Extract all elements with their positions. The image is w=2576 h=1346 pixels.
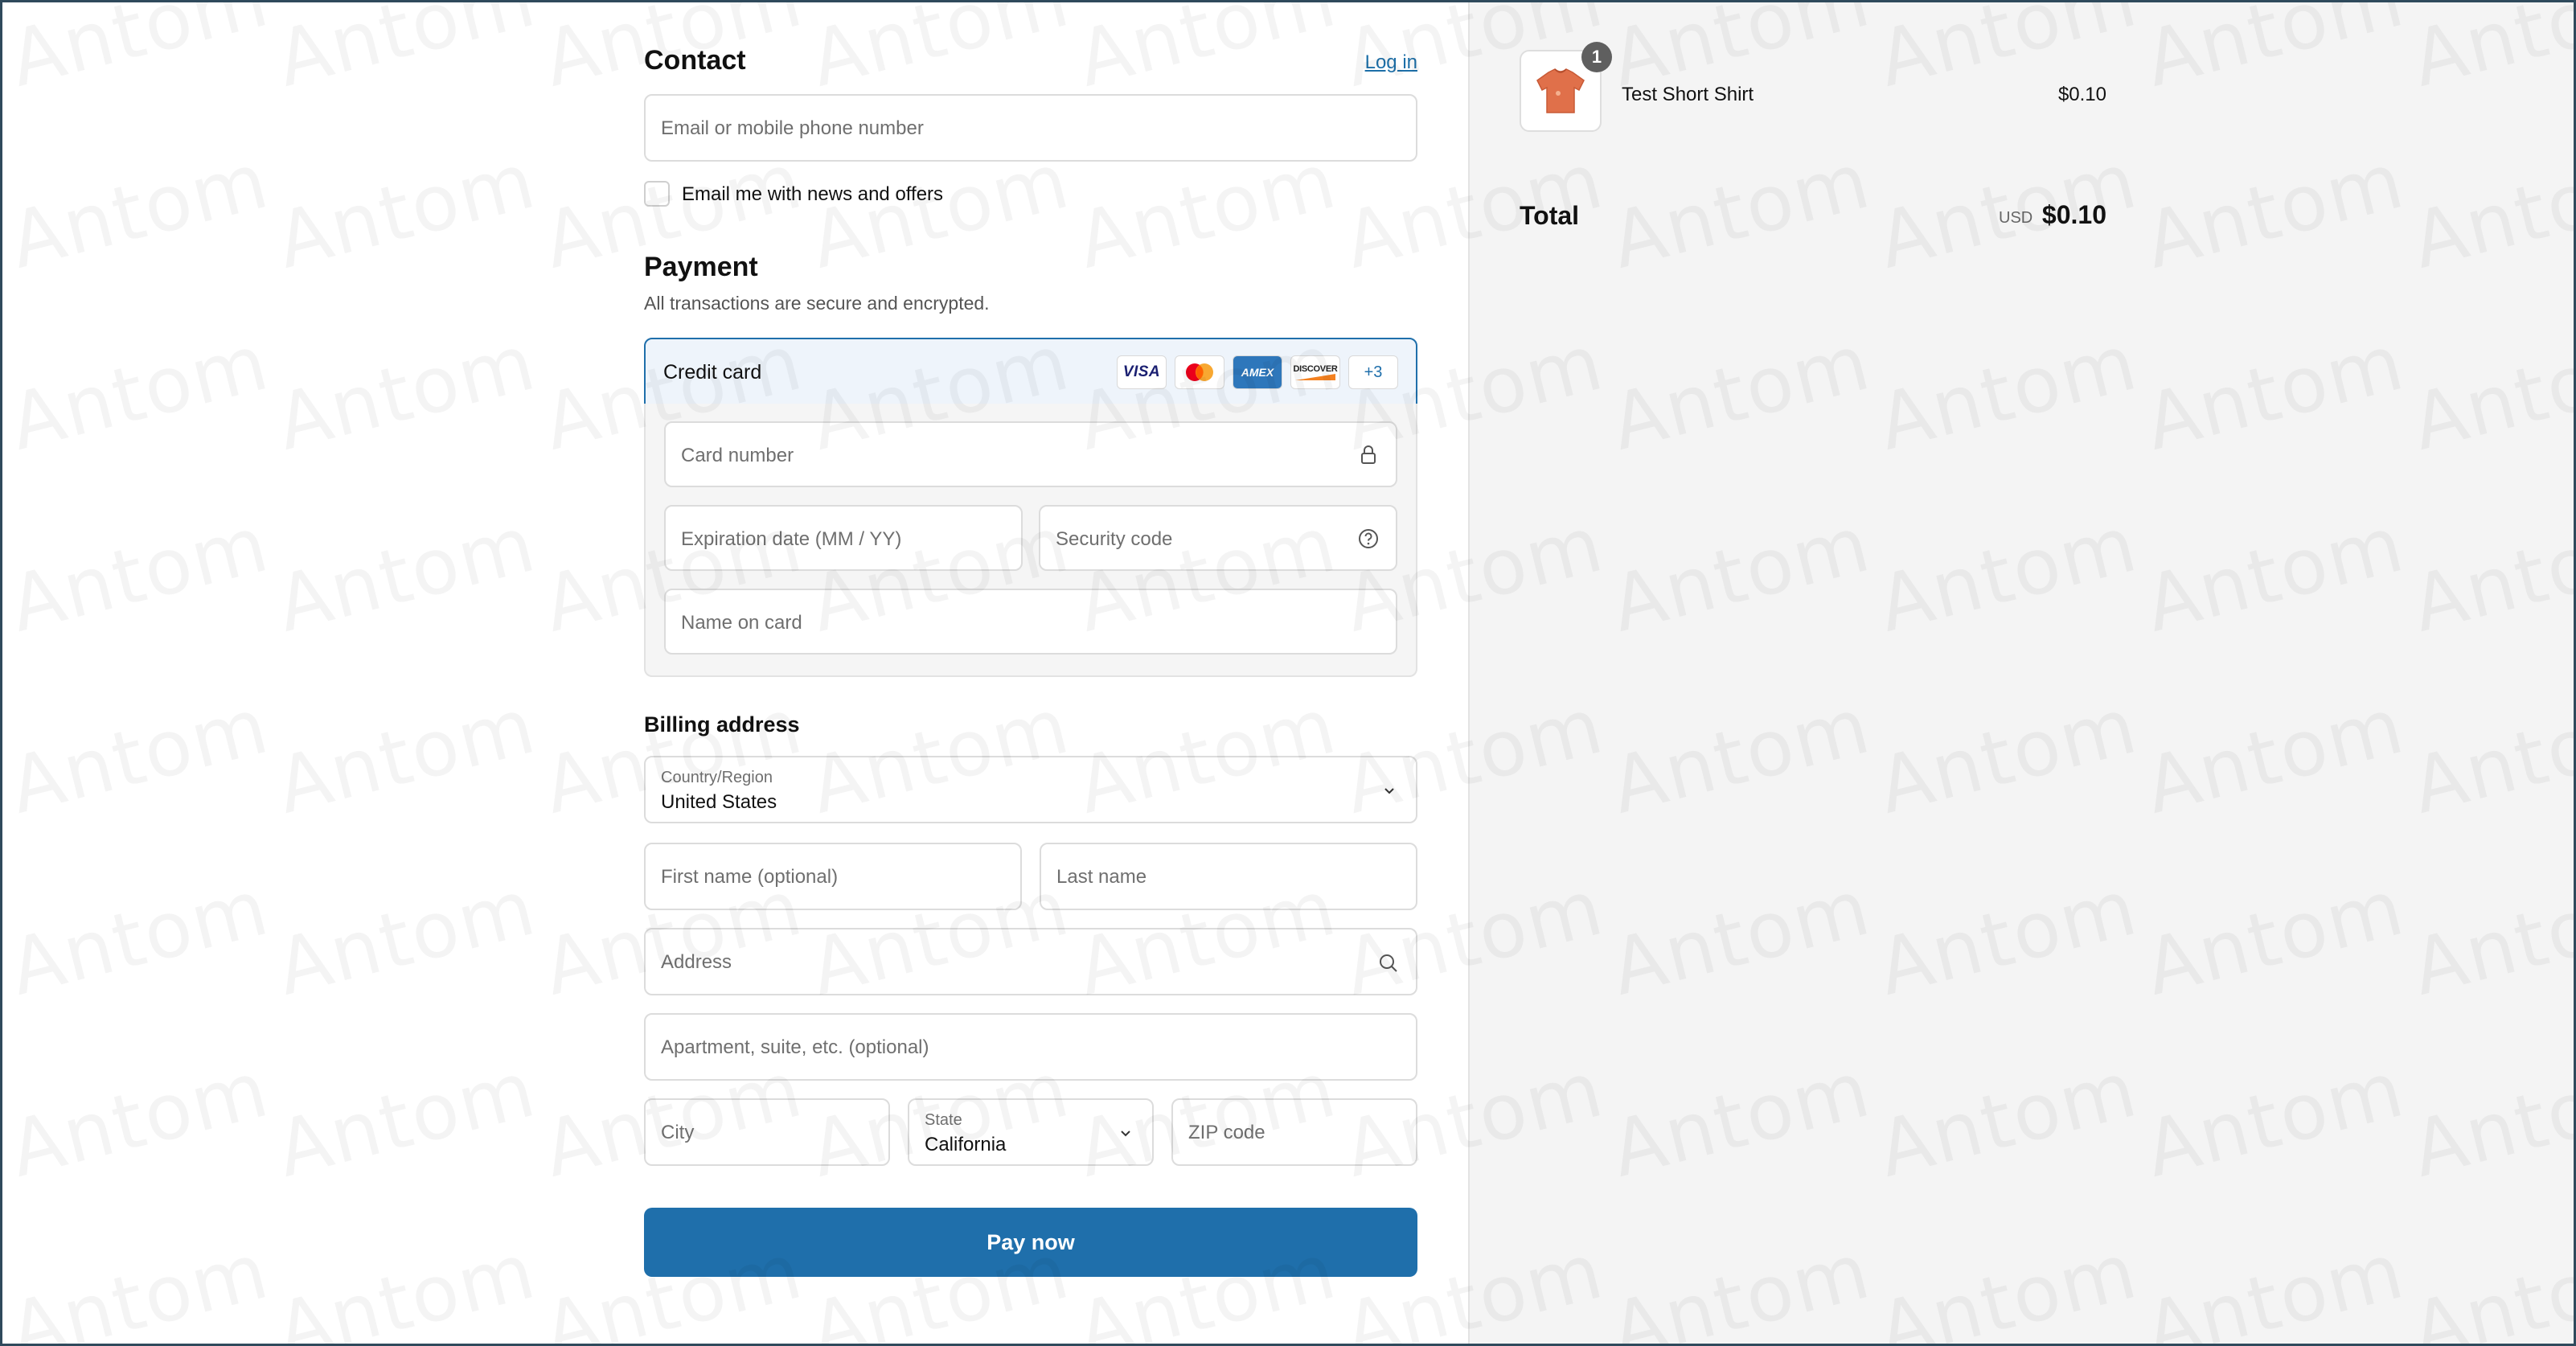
country-label: Country/Region [661,769,773,786]
state-select[interactable]: State California [908,1098,1154,1166]
total-label: Total [1520,201,1580,230]
expiry-field[interactable]: Expiration date (MM / YY) [664,505,1023,571]
checkout-form-pane: Contact Log in Email or mobile phone num… [0,0,1468,1346]
apartment-field[interactable]: Apartment, suite, etc. (optional) [644,1013,1417,1081]
contact-title: Contact [644,45,746,76]
order-summary-pane [1468,0,2576,1346]
billing-address-title: Billing address [644,712,800,737]
discover-icon: DISCOVER [1290,355,1340,389]
expiry-placeholder: Expiration date (MM / YY) [681,528,902,550]
first-name-placeholder: First name (optional) [661,866,839,888]
total-currency: USD [1999,209,2033,227]
name-on-card-placeholder: Name on card [681,612,802,634]
discover-label: DISCOVER [1293,364,1338,374]
payment-method-label: Credit card [663,361,762,384]
state-label: State [925,1111,962,1129]
address-field[interactable]: Address [644,928,1417,995]
security-code-field[interactable]: Security code [1039,505,1397,571]
zip-placeholder: ZIP code [1188,1122,1265,1143]
city-field[interactable]: City [644,1098,890,1166]
payment-method-credit-card[interactable]: Credit card VISA AMEX DISCOVER +3 [644,338,1417,405]
card-number-placeholder: Card number [681,445,794,466]
city-placeholder: City [661,1122,695,1143]
security-code-placeholder: Security code [1056,528,1173,550]
country-value: United States [661,791,777,813]
first-name-field[interactable]: First name (optional) [644,843,1022,910]
card-brand-logos: VISA AMEX DISCOVER +3 [1117,355,1398,389]
credit-card-form: Card number Expiration date (MM / YY) Se… [644,404,1417,677]
mastercard-icon [1175,355,1224,389]
total-amount: $0.10 [2041,200,2106,229]
card-number-field[interactable]: Card number [664,421,1397,487]
payment-subtitle: All transactions are secure and encrypte… [644,293,990,314]
contact-header: Contact Log in [644,42,1417,77]
country-select[interactable]: Country/Region United States [644,756,1417,823]
newsletter-label: Email me with news and offers [682,183,944,205]
chevron-down-icon [1384,788,1394,794]
search-icon [1380,954,1397,972]
product-price: $0.10 [2057,84,2106,105]
newsletter-checkbox[interactable] [644,181,670,207]
product-name: Test Short Shirt [1622,84,1754,105]
chevron-down-icon [1121,1131,1130,1137]
visa-icon: VISA [1117,355,1167,389]
email-placeholder: Email or mobile phone number [661,117,924,139]
lock-icon [1361,445,1376,464]
last-name-placeholder: Last name [1056,866,1147,888]
state-value: California [925,1134,1007,1155]
amex-icon: AMEX [1233,355,1282,389]
pay-now-button[interactable]: Pay now [644,1208,1417,1277]
apartment-placeholder: Apartment, suite, etc. (optional) [661,1036,929,1058]
email-field[interactable]: Email or mobile phone number [644,94,1417,162]
quantity-badge: 1 [1581,42,1612,72]
more-brands-badge: +3 [1348,355,1398,389]
address-placeholder: Address [661,951,732,973]
payment-title: Payment [644,252,758,282]
name-on-card-field[interactable]: Name on card [664,589,1397,655]
zip-field[interactable]: ZIP code [1171,1098,1417,1166]
login-link[interactable]: Log in [1365,51,1417,74]
help-circle-icon[interactable] [1357,527,1380,550]
last-name-field[interactable]: Last name [1040,843,1417,910]
